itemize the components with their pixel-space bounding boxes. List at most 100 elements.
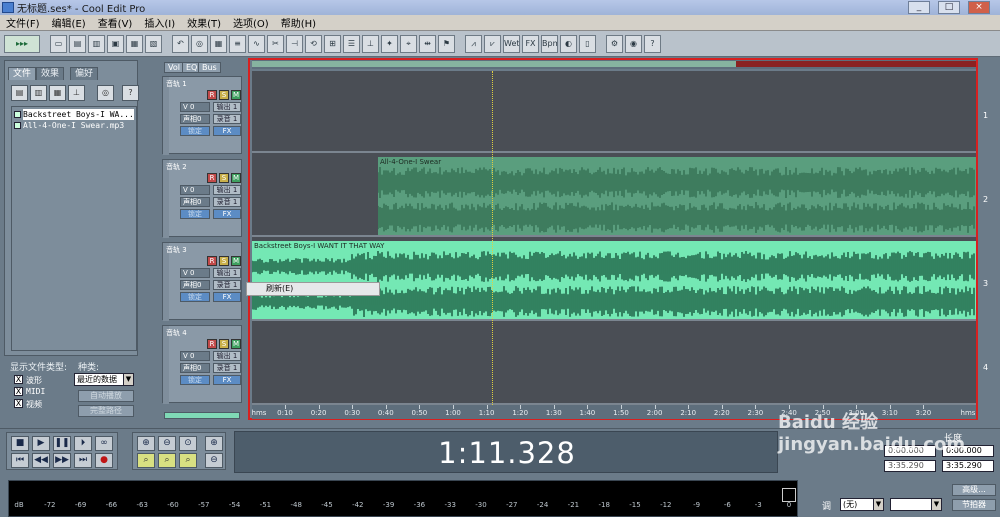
minimize-button[interactable]: _	[908, 1, 930, 14]
list-icon[interactable]: ≡	[229, 34, 246, 53]
record-source-button[interactable]: 录音 1	[213, 363, 241, 373]
solo-button[interactable]: S	[219, 256, 229, 266]
bpm-icon[interactable]: Bpm	[541, 34, 558, 53]
mute-button[interactable]: M	[231, 256, 241, 266]
zoom-in-vertical-icon[interactable]: ⊕	[205, 436, 223, 451]
record-envelope-icon[interactable]: ◐	[560, 34, 577, 53]
zoom-in-horizontal-icon[interactable]: ⊕	[137, 436, 155, 451]
stretch-icon[interactable]: ⇹	[419, 34, 436, 53]
tone-dropdown[interactable]: (无) ▼	[840, 498, 884, 511]
pan-field[interactable]: 声相0	[180, 114, 210, 124]
record-source-button[interactable]: 录音 1	[213, 114, 241, 124]
solo-button[interactable]: S	[219, 173, 229, 183]
zoom-selection-icon[interactable]: ⌕	[179, 453, 197, 468]
full-path-button[interactable]: 完整路径	[78, 405, 134, 417]
help-icon[interactable]: ?	[644, 34, 661, 53]
zoom-out-horizontal-icon[interactable]: ⊖	[158, 436, 176, 451]
close-file-icon[interactable]: ▦	[49, 85, 66, 101]
save-icon[interactable]: ▣	[107, 34, 124, 53]
track-lanes[interactable]: All-4-One-I Swear Backstreet Boys-I WANT…	[252, 71, 976, 405]
menu-options[interactable]: 选项(O)	[227, 15, 275, 30]
save-session-icon[interactable]: ▦	[126, 34, 143, 53]
insert-into-track-icon[interactable]: ⊥	[68, 85, 85, 101]
playhead-cursor[interactable]	[492, 71, 493, 411]
new-file-icon[interactable]: ▭	[50, 34, 67, 53]
mute-button[interactable]: M	[231, 339, 241, 349]
track-lane-1[interactable]	[252, 71, 976, 153]
pan-field[interactable]: 声相0	[180, 197, 210, 207]
cut-icon[interactable]: ✂	[267, 34, 284, 53]
loop-icon[interactable]: ⟲	[305, 34, 322, 53]
audio-clip-backstreet-boys[interactable]: Backstreet Boys-I WANT IT THAT WAY	[252, 241, 976, 319]
edit-file-icon[interactable]: ◎	[97, 85, 114, 101]
sort-dropdown[interactable]: 最近的数据 ▼	[74, 373, 134, 386]
midi-checkbox[interactable]: X	[14, 387, 23, 396]
stop-icon[interactable]: ■	[11, 436, 29, 451]
fx-button[interactable]: FX	[213, 292, 241, 302]
end-field[interactable]: 3:35.290	[884, 460, 936, 472]
key-dropdown[interactable]: ▼	[890, 498, 942, 511]
list-item[interactable]: All-4-One-I Swear.mp3	[14, 120, 134, 131]
menu-insert[interactable]: 插入(I)	[138, 15, 181, 30]
play-to-end-icon[interactable]: ⏵	[74, 436, 92, 451]
menu-effects[interactable]: 效果(T)	[181, 15, 227, 30]
open-file-icon[interactable]: ▤	[69, 34, 86, 53]
select-icon[interactable]: ⌖	[400, 34, 417, 53]
tab-bus[interactable]: Bus	[198, 62, 221, 73]
volume-field[interactable]: V 0	[180, 268, 210, 278]
pan-field[interactable]: 声相0	[180, 280, 210, 290]
track-lane-3[interactable]: Backstreet Boys-I WANT IT THAT WAY	[252, 239, 976, 321]
tracks-icon[interactable]: ☰	[343, 34, 360, 53]
fader-icon[interactable]: ⊥	[362, 34, 379, 53]
tab-favorites[interactable]: 偏好	[70, 67, 99, 80]
envelope-icon[interactable]: ∿	[248, 34, 265, 53]
fx-button[interactable]: FX	[213, 209, 241, 219]
device-icon[interactable]: ▯	[579, 34, 596, 53]
play-icon[interactable]: ▶	[32, 436, 50, 451]
zoom-out-vertical-icon[interactable]: ⊖	[205, 453, 223, 468]
record-source-button[interactable]: 录音 1	[213, 197, 241, 207]
snap-icon[interactable]: ✦	[381, 34, 398, 53]
record-arm-button[interactable]: R	[207, 90, 217, 100]
pan-envelope-icon[interactable]: ⩗	[484, 34, 501, 53]
record-icon[interactable]: ●	[95, 453, 113, 468]
zoom-right-icon[interactable]: ⌕	[158, 453, 176, 468]
lock-button[interactable]: 锁定	[180, 375, 210, 385]
volume-field[interactable]: V 0	[180, 102, 210, 112]
output-button[interactable]: 输出 1	[213, 102, 241, 112]
mute-button[interactable]: M	[231, 173, 241, 183]
record-arm-button[interactable]: R	[207, 339, 217, 349]
output-button[interactable]: 输出 1	[213, 185, 241, 195]
length-end-field[interactable]: 3:35.290	[942, 460, 994, 472]
advanced-button[interactable]: 高级...	[952, 484, 996, 496]
volume-field[interactable]: V 0	[180, 185, 210, 195]
record-arm-button[interactable]: R	[207, 173, 217, 183]
track-scrollbar[interactable]	[164, 412, 240, 419]
mix-icon[interactable]: ◎	[191, 34, 208, 53]
track-lane-4[interactable]	[252, 323, 976, 405]
tab-files[interactable]: 文件	[8, 67, 37, 80]
settings-icon[interactable]: ⚙	[606, 34, 623, 53]
fast-forward-icon[interactable]: ▶▶	[53, 453, 71, 468]
mute-button[interactable]: M	[231, 90, 241, 100]
list-item[interactable]: Backstreet Boys-I WA...	[14, 109, 134, 120]
menu-view[interactable]: 查看(V)	[92, 15, 139, 30]
menu-help[interactable]: 帮助(H)	[275, 15, 322, 30]
pan-field[interactable]: 声相0	[180, 363, 210, 373]
loop-play-icon[interactable]: ∞	[95, 436, 113, 451]
zoom-full-icon[interactable]: ⊙	[179, 436, 197, 451]
fx-button[interactable]: FX	[213, 126, 241, 136]
tab-effects[interactable]: 效果	[36, 67, 65, 80]
lock-button[interactable]: 锁定	[180, 292, 210, 302]
open-folder-icon[interactable]: ▤	[11, 85, 28, 101]
tab-vol[interactable]: Vol	[164, 62, 184, 73]
save-all-icon[interactable]: ▧	[145, 34, 162, 53]
output-button[interactable]: 输出 1	[213, 268, 241, 278]
lock-button[interactable]: 锁定	[180, 209, 210, 219]
volume-field[interactable]: V 0	[180, 351, 210, 361]
marker-icon[interactable]: ⚑	[438, 34, 455, 53]
volume-envelope-icon[interactable]: ⩘	[465, 34, 482, 53]
go-to-start-icon[interactable]: ⏮	[11, 453, 29, 468]
import-icon[interactable]: ▥	[30, 85, 47, 101]
record-source-button[interactable]: 录音 1	[213, 280, 241, 290]
